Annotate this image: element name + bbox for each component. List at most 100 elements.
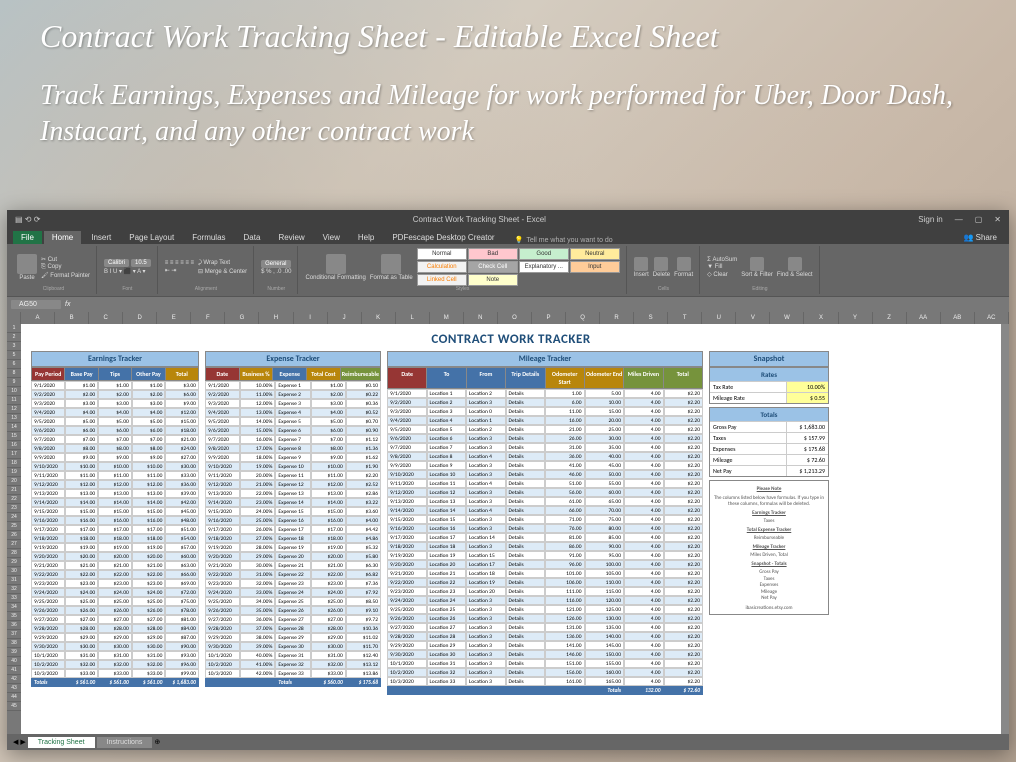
table-row[interactable]: 9/1/2020Location 1Location 2Details1.005…	[387, 389, 703, 398]
table-row[interactable]: 9/20/2020Location 20Location 17Details96…	[387, 560, 703, 569]
table-row[interactable]: 10/1/2020Location 31Location 3Details151…	[387, 659, 703, 668]
tell-me-input[interactable]: 💡 Tell me what you want to do	[515, 236, 613, 244]
table-row[interactable]: 9/1/202010.00%Expense 1$1.00$0.10	[205, 381, 381, 390]
table-row[interactable]: 9/28/2020$28.00$28.00$28.00$84.00	[31, 624, 199, 633]
table-row[interactable]: 10/1/202040.00%Expense 31$31.00$12.40	[205, 651, 381, 660]
font-size-select[interactable]: 10.5	[131, 259, 151, 267]
vertical-scrollbar[interactable]	[1001, 324, 1009, 734]
table-row[interactable]: 9/1/2020$1.00$1.00$1.00$3.00	[31, 381, 199, 390]
row-headers[interactable]: 1235689101112131415161718192021222324252…	[7, 324, 21, 734]
signin-button[interactable]: Sign in	[918, 215, 942, 224]
merge-button[interactable]: ⊟ Merge & Center	[198, 268, 247, 275]
table-row[interactable]: 9/7/202016.00%Expense 7$7.00$1.12	[205, 435, 381, 444]
table-row[interactable]: 9/17/2020$17.00$17.00$17.00$51.00	[31, 525, 199, 534]
table-row[interactable]: 9/17/2020Location 17Location 14Details81…	[387, 533, 703, 542]
align-buttons[interactable]: ≡ ≡ ≡ ≡ ≡ ≡	[165, 260, 194, 266]
table-row[interactable]: 9/19/2020Location 19Location 15Details91…	[387, 551, 703, 560]
sort-filter-button[interactable]: Sort & Filter	[741, 257, 773, 278]
table-row[interactable]: 9/6/202015.00%Expense 6$6.00$0.90	[205, 426, 381, 435]
table-row[interactable]: 9/30/2020Location 30Location 3Details146…	[387, 650, 703, 659]
table-row[interactable]: 9/20/2020$20.00$20.00$20.00$60.00	[31, 552, 199, 561]
table-row[interactable]: 9/7/2020Location 7Location 3Details31.00…	[387, 443, 703, 452]
table-row[interactable]: 9/16/2020Location 16Location 3Details76.…	[387, 524, 703, 533]
table-row[interactable]: 9/28/2020Location 28Location 3Details136…	[387, 632, 703, 641]
tab-insert[interactable]: Insert	[83, 231, 119, 244]
fill-button[interactable]: ▼ Fill	[707, 264, 737, 270]
table-row[interactable]: 9/26/2020Location 26Location 3Details126…	[387, 614, 703, 623]
table-row[interactable]: 10/3/2020$33.00$33.00$33.00$99.00	[31, 669, 199, 678]
clear-button[interactable]: ◇ Clear	[707, 271, 737, 278]
table-row[interactable]: 9/2/2020Location 2Location 3Details6.001…	[387, 398, 703, 407]
table-row[interactable]: 9/7/2020$7.00$7.00$7.00$21.00	[31, 435, 199, 444]
table-row[interactable]: 9/3/2020$3.00$3.00$3.00$9.00	[31, 399, 199, 408]
table-row[interactable]: 9/27/2020$27.00$27.00$27.00$81.00	[31, 615, 199, 624]
sheet-tab-tracking[interactable]: Tracking Sheet	[28, 737, 95, 748]
table-row[interactable]: 9/16/202025.00%Expense 16$16.00$4.00	[205, 516, 381, 525]
number-buttons[interactable]: $ % , .0 .00	[261, 269, 291, 275]
table-row[interactable]: 9/18/2020$18.00$18.00$18.00$54.00	[31, 534, 199, 543]
table-row[interactable]: 9/16/2020$16.00$16.00$16.00$48.00	[31, 516, 199, 525]
quick-access[interactable]: ▤ ⟲ ⟳	[15, 215, 40, 224]
table-row[interactable]: 9/26/2020$26.00$26.00$26.00$78.00	[31, 606, 199, 615]
table-row[interactable]: 9/9/2020Location 9Location 3Details41.00…	[387, 461, 703, 470]
table-row[interactable]: 9/23/202032.00%Expense 23$23.00$7.36	[205, 579, 381, 588]
table-row[interactable]: 9/11/202020.00%Expense 11$11.00$2.20	[205, 471, 381, 480]
column-headers[interactable]: ABCDEFGHIJKLMNOPQRSTUVWXYZAAABAC	[7, 312, 1009, 324]
table-row[interactable]: 9/12/2020$12.00$12.00$12.00$36.00	[31, 480, 199, 489]
table-row[interactable]: 10/3/2020Location 33Location 3Details161…	[387, 677, 703, 686]
sheet-grid[interactable]: CONTRACT WORK TRACKER Earnings Tracker P…	[21, 324, 1001, 734]
paste-button[interactable]: Paste	[17, 254, 37, 281]
table-row[interactable]: 9/5/2020$5.00$5.00$5.00$15.00	[31, 417, 199, 426]
table-row[interactable]: 9/12/202021.00%Expense 12$12.00$2.52	[205, 480, 381, 489]
table-row[interactable]: 9/9/2020$9.00$9.00$9.00$27.00	[31, 453, 199, 462]
table-row[interactable]: 9/14/202023.00%Expense 14$14.00$3.22	[205, 498, 381, 507]
tab-home[interactable]: Home	[44, 231, 81, 244]
tab-view[interactable]: View	[315, 231, 348, 244]
fx-icon[interactable]: fx	[65, 301, 70, 308]
table-row[interactable]: 9/11/2020Location 11Location 4Details51.…	[387, 479, 703, 488]
table-row[interactable]: 9/14/2020$14.00$14.00$14.00$42.00	[31, 498, 199, 507]
font-name-select[interactable]: Calibri	[104, 259, 129, 267]
table-row[interactable]: 9/29/2020$29.00$29.00$29.00$87.00	[31, 633, 199, 642]
table-row[interactable]: 9/29/202038.00%Expense 29$29.00$11.02	[205, 633, 381, 642]
table-row[interactable]: 9/21/2020Location 21Location 18Details10…	[387, 569, 703, 578]
table-row[interactable]: 9/22/2020$22.00$22.00$22.00$66.00	[31, 570, 199, 579]
table-row[interactable]: 9/19/2020$19.00$19.00$19.00$57.00	[31, 543, 199, 552]
wrap-text-button[interactable]: ⤸ Wrap Text	[198, 260, 247, 267]
table-row[interactable]: 9/6/2020$6.00$6.00$6.00$18.00	[31, 426, 199, 435]
table-row[interactable]: 9/11/2020$11.00$11.00$11.00$33.00	[31, 471, 199, 480]
table-row[interactable]: 9/4/2020Location 4Location 1Details16.00…	[387, 416, 703, 425]
table-row[interactable]: 9/20/202029.00%Expense 20$20.00$5.80	[205, 552, 381, 561]
indent-buttons[interactable]: ⇤ ⇥	[165, 267, 194, 274]
tab-help[interactable]: Help	[350, 231, 382, 244]
table-row[interactable]: 9/13/2020Location 13Location 3Details61.…	[387, 497, 703, 506]
table-row[interactable]: 9/15/2020$15.00$15.00$15.00$45.00	[31, 507, 199, 516]
table-row[interactable]: 9/13/202022.00%Expense 13$13.00$2.86	[205, 489, 381, 498]
share-button[interactable]: 👥 Share	[957, 231, 1003, 244]
copy-button[interactable]: ⎘ Copy	[41, 264, 90, 271]
table-row[interactable]: 9/4/2020$4.00$4.00$4.00$12.00	[31, 408, 199, 417]
table-row[interactable]: 9/21/202030.00%Expense 21$21.00$6.30	[205, 561, 381, 570]
table-row[interactable]: 9/19/202028.00%Expense 19$19.00$5.32	[205, 543, 381, 552]
format-cells-button[interactable]: Format	[674, 257, 693, 278]
table-row[interactable]: 9/26/202035.00%Expense 26$26.00$9.10	[205, 606, 381, 615]
tab-data[interactable]: Data	[236, 231, 269, 244]
delete-cells-button[interactable]: Delete	[653, 257, 670, 278]
table-row[interactable]: 9/8/2020Location 8Location 4Details36.00…	[387, 452, 703, 461]
table-row[interactable]: 9/6/2020Location 6Location 3Details26.00…	[387, 434, 703, 443]
sheet-tab-instructions[interactable]: Instructions	[97, 737, 153, 748]
tax-rate-cell[interactable]: 10.00%	[786, 381, 828, 392]
table-row[interactable]: 9/13/2020$13.00$13.00$13.00$39.00	[31, 489, 199, 498]
table-row[interactable]: 9/21/2020$21.00$21.00$21.00$63.00	[31, 561, 199, 570]
tab-formulas[interactable]: Formulas	[184, 231, 233, 244]
conditional-formatting-button[interactable]: Conditional Formatting	[305, 254, 365, 281]
table-row[interactable]: 9/29/2020Location 29Location 3Details141…	[387, 641, 703, 650]
table-row[interactable]: 9/30/2020$30.00$30.00$30.00$90.00	[31, 642, 199, 651]
tab-review[interactable]: Review	[270, 231, 312, 244]
table-row[interactable]: 9/24/202033.00%Expense 24$24.00$7.92	[205, 588, 381, 597]
mileage-rate-cell[interactable]: $ 0.55	[786, 392, 828, 403]
table-row[interactable]: 10/2/2020Location 32Location 3Details156…	[387, 668, 703, 677]
find-select-button[interactable]: Find & Select	[777, 257, 813, 278]
table-row[interactable]: 9/4/202013.00%Expense 4$4.00$0.52	[205, 408, 381, 417]
table-row[interactable]: 9/2/2020$2.00$2.00$2.00$6.00	[31, 390, 199, 399]
